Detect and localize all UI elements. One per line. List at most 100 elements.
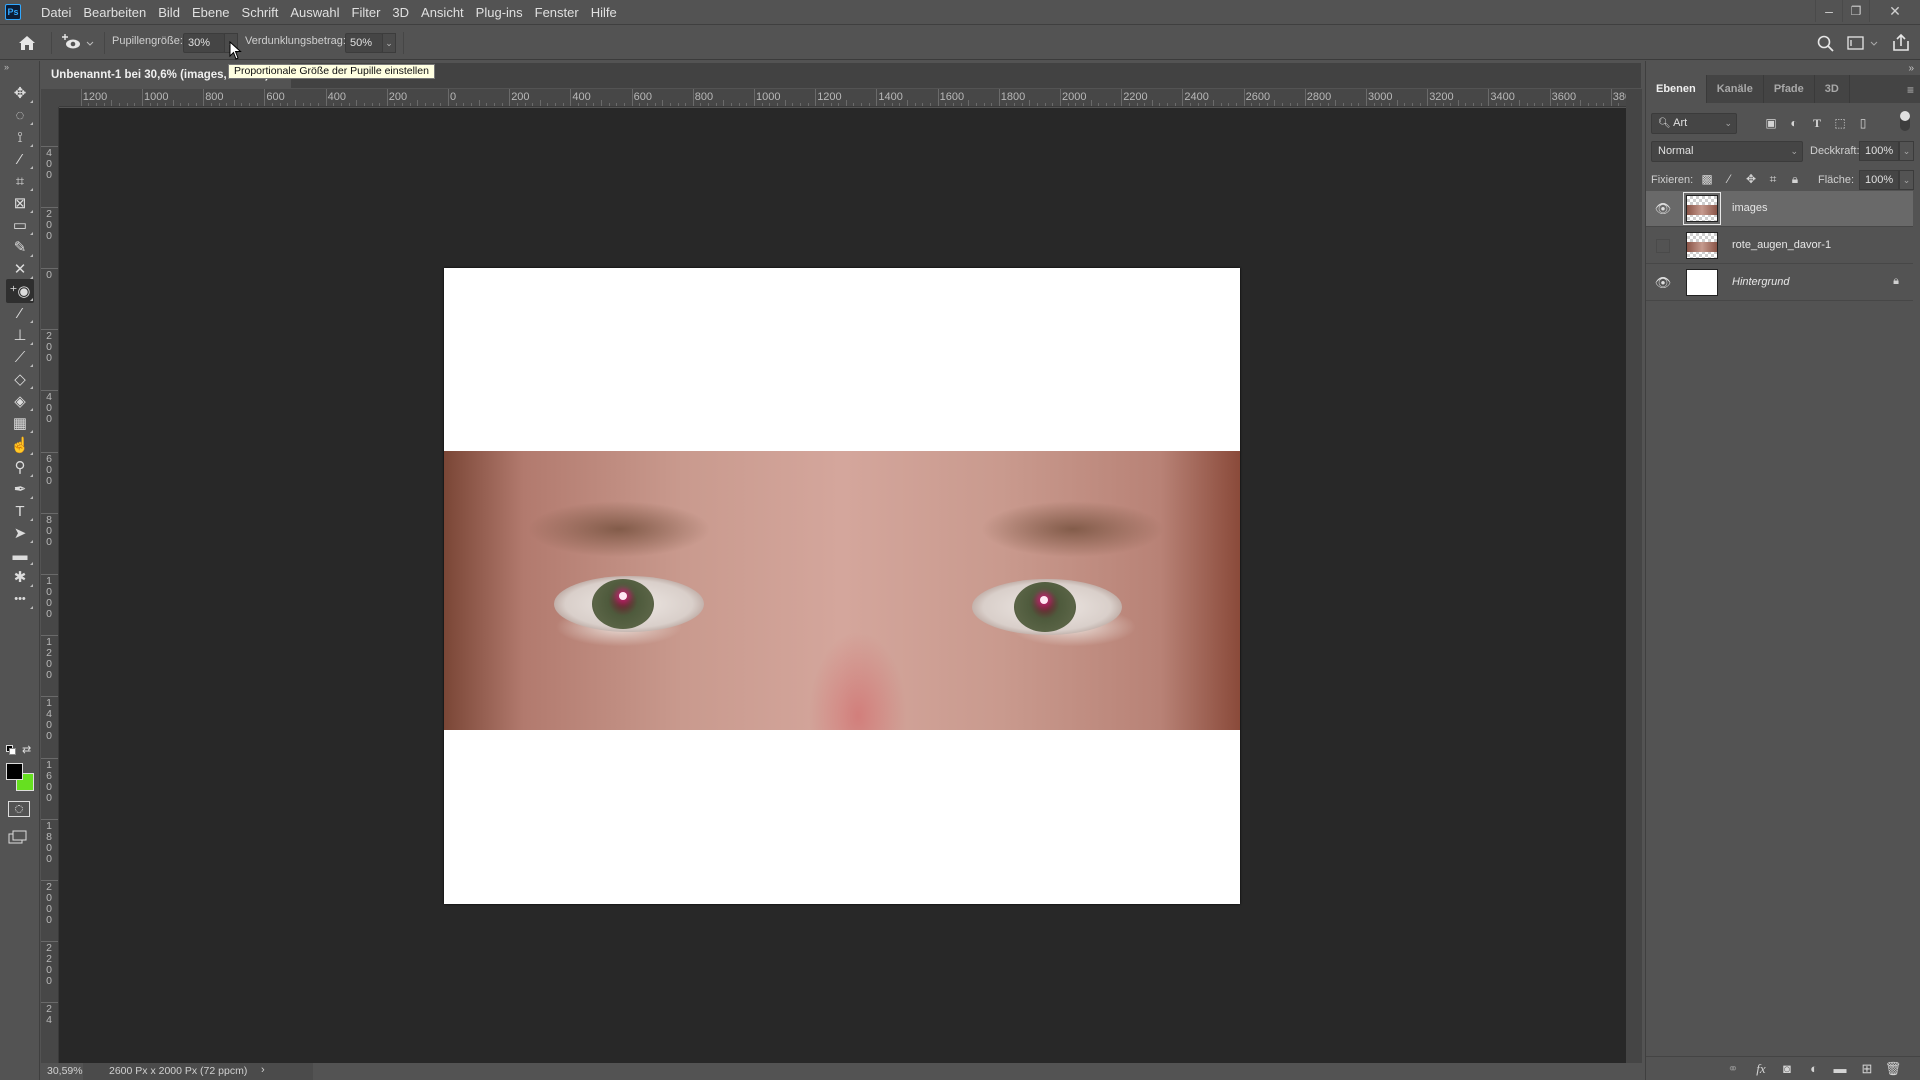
- move-tool[interactable]: ✥: [6, 81, 34, 105]
- menu-3d[interactable]: 3D: [386, 0, 415, 25]
- filter-shape-layer-icon[interactable]: ⬚: [1832, 116, 1848, 130]
- lock-all-icon[interactable]: 🔒︎: [1787, 172, 1803, 187]
- magic-wand-tool[interactable]: ⁄: [6, 147, 34, 171]
- opacity-input[interactable]: 100%: [1859, 141, 1899, 161]
- quick-mask-button[interactable]: [8, 801, 30, 817]
- menu-ebene[interactable]: Ebene: [186, 0, 236, 25]
- menu-schrift[interactable]: Schrift: [236, 0, 285, 25]
- fill-dropdown[interactable]: ⌄: [1899, 170, 1914, 190]
- brush-tool[interactable]: ⁄: [6, 301, 34, 325]
- smudge-tool[interactable]: ☝: [6, 433, 34, 457]
- filter-type-layer-icon[interactable]: T: [1809, 116, 1825, 131]
- fill-input[interactable]: 100%: [1859, 170, 1899, 190]
- share-button[interactable]: [1890, 32, 1912, 54]
- vertical-scrollbar[interactable]: [1626, 89, 1642, 1063]
- opacity-dropdown[interactable]: ⌄: [1899, 141, 1914, 161]
- lasso-tool[interactable]: ⟟: [6, 125, 34, 149]
- ruler-tool[interactable]: ▭: [6, 213, 34, 237]
- ruler-origin[interactable]: [41, 89, 59, 107]
- red-eye-tool[interactable]: ⁺◉: [6, 279, 34, 303]
- filter-smart-object-icon[interactable]: ▯: [1855, 116, 1871, 130]
- more-tools[interactable]: •••: [6, 587, 34, 611]
- fx-icon[interactable]: fx: [1752, 1061, 1770, 1077]
- eraser-tool[interactable]: ◇: [6, 367, 34, 391]
- paint-bucket-tool[interactable]: ◈: [6, 389, 34, 413]
- eye-icon[interactable]: 👁︎: [1654, 200, 1672, 218]
- collapse-panel-icon[interactable]: »: [1908, 63, 1914, 74]
- pupil-size-input[interactable]: 30%: [183, 33, 225, 53]
- menu-plug-ins[interactable]: Plug-ins: [470, 0, 529, 25]
- type-tool[interactable]: T: [6, 499, 34, 523]
- menu-filter[interactable]: Filter: [346, 0, 387, 25]
- document-canvas[interactable]: [444, 268, 1240, 904]
- status-menu-arrow-icon[interactable]: ›: [261, 1064, 265, 1076]
- visibility-toggle-off[interactable]: [1656, 239, 1670, 253]
- lock-position-icon[interactable]: ✥: [1743, 172, 1759, 186]
- eye-icon[interactable]: 👁︎: [1654, 274, 1672, 292]
- lock-transparent-pixels-icon[interactable]: ▩: [1699, 172, 1715, 186]
- default-colors-button[interactable]: [6, 745, 16, 755]
- restore-button[interactable]: ❐: [1842, 0, 1869, 22]
- layer-row-rote-augen-davor-1[interactable]: rote_augen_davor-1: [1646, 228, 1913, 264]
- lock-image-pixels-icon[interactable]: ⁄: [1721, 172, 1737, 186]
- horizontal-ruler[interactable]: 1200 1000 800 600 400 200 0 200 400 600 800 1000 120…: [59, 89, 1626, 107]
- foreground-color-swatch[interactable]: [6, 763, 23, 780]
- filter-toggle[interactable]: [1900, 111, 1910, 131]
- dodge-tool[interactable]: ⚲: [6, 455, 34, 479]
- darken-amount-input[interactable]: 50%: [345, 33, 383, 53]
- menu-hilfe[interactable]: Hilfe: [585, 0, 623, 25]
- home-button[interactable]: [17, 33, 37, 53]
- layer-row-hintergrund[interactable]: 👁︎ Hintergrund 🔒︎: [1646, 265, 1913, 301]
- vertical-ruler[interactable]: 0 400 2000 200 400 600 800 1000 1200 1400 1600 1800…: [41, 107, 59, 1063]
- tab-kanaele[interactable]: Kanäle: [1707, 75, 1764, 103]
- search-button[interactable]: [1816, 34, 1836, 54]
- custom-shape-tool[interactable]: ✱: [6, 565, 34, 589]
- lock-artboard-icon[interactable]: ⌗: [1765, 172, 1781, 187]
- tab-3d[interactable]: 3D: [1815, 75, 1850, 103]
- link-layers-icon[interactable]: ⚭: [1724, 1061, 1742, 1077]
- menu-fenster[interactable]: Fenster: [529, 0, 585, 25]
- close-button[interactable]: ✕: [1869, 0, 1920, 22]
- new-group-icon[interactable]: ▬: [1831, 1061, 1849, 1076]
- filter-adjustment-layer-icon[interactable]: ◐: [1786, 116, 1802, 130]
- ruler-minor-tick: [1205, 103, 1207, 106]
- pen-tool[interactable]: ✒: [6, 477, 34, 501]
- minimize-button[interactable]: –: [1815, 0, 1842, 22]
- ruler-tick: [754, 89, 755, 106]
- tab-pfade[interactable]: Pfade: [1764, 75, 1815, 103]
- blend-mode-select[interactable]: Normal ⌄: [1651, 141, 1803, 162]
- tools-panel: » ✥ ◌ ⟟ ⁄ ⌗ ⊠ ▭ ✎ ✕ ⁺◉ ⁄ ⊥ ⟋ ◇ ◈ ▦ ☝ ⚲ ✒ T ➤ ▬ ✱ ••• ⇄: [0, 61, 40, 1080]
- filter-pixel-layer-icon[interactable]: ▣: [1763, 116, 1779, 130]
- elliptical-marquee-tool[interactable]: ◌: [6, 103, 34, 127]
- add-mask-icon[interactable]: ◙: [1778, 1061, 1796, 1076]
- swap-colors-icon[interactable]: ⇄: [22, 743, 31, 756]
- menu-auswahl[interactable]: Auswahl: [284, 0, 345, 25]
- workspace-switcher[interactable]: [1847, 34, 1881, 54]
- clone-stamp-tool[interactable]: ⊥: [6, 323, 34, 347]
- zoom-level[interactable]: 30,59%: [47, 1065, 83, 1077]
- darken-amount-dropdown[interactable]: ⌄: [382, 33, 396, 53]
- history-brush-tool[interactable]: ⟋: [6, 345, 34, 369]
- frame-tool[interactable]: ⊠: [6, 191, 34, 215]
- layer-filter-select[interactable]: 🔍︎ Art ⌄: [1651, 113, 1737, 134]
- rectangle-tool[interactable]: ▬: [6, 543, 34, 567]
- menu-bearbeiten[interactable]: Bearbeiten: [77, 0, 152, 25]
- crop-tool[interactable]: ⌗: [6, 169, 34, 193]
- tool-preset-picker[interactable]: [58, 31, 98, 55]
- layer-row-images[interactable]: 👁︎ images: [1646, 191, 1913, 227]
- tab-ebenen[interactable]: Ebenen: [1646, 75, 1707, 103]
- delete-layer-icon[interactable]: 🗑︎: [1884, 1061, 1902, 1077]
- new-layer-icon[interactable]: ⊞: [1858, 1061, 1876, 1077]
- menu-bild[interactable]: Bild: [152, 0, 186, 25]
- menu-ansicht[interactable]: Ansicht: [415, 0, 470, 25]
- ruler-minor-tick: [333, 103, 335, 106]
- screen-mode-button[interactable]: [8, 829, 30, 845]
- expand-toolbar-icon[interactable]: »: [4, 62, 9, 72]
- gradient-tool[interactable]: ▦: [6, 411, 34, 435]
- eyedropper-tool[interactable]: ✎: [6, 235, 34, 259]
- content-aware-move-tool[interactable]: ✕: [6, 257, 34, 281]
- path-selection-tool[interactable]: ➤: [6, 521, 34, 545]
- menu-datei[interactable]: Datei: [35, 0, 77, 25]
- panel-menu-icon[interactable]: ≡: [1907, 83, 1914, 97]
- adjustment-layer-icon[interactable]: ◐: [1805, 1061, 1823, 1076]
